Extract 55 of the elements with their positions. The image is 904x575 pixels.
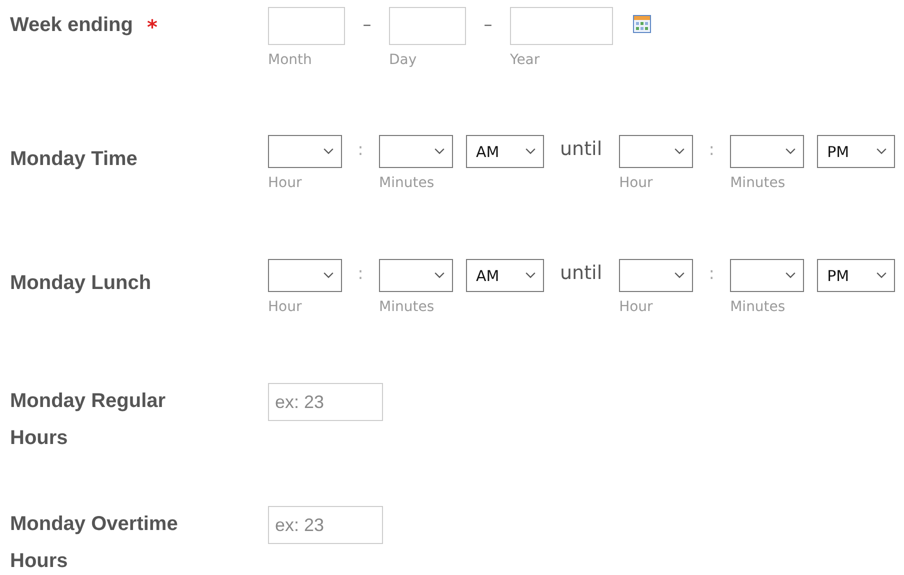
caret-icon — [434, 272, 445, 279]
dropdown[interactable] — [730, 135, 804, 168]
input-field[interactable] — [510, 7, 613, 45]
field-hint: Minutes — [379, 175, 436, 191]
field-hint: Hour — [619, 299, 654, 315]
separator-text: : — [708, 263, 716, 286]
caret-icon — [323, 272, 334, 279]
field-hint: Minutes — [730, 299, 786, 315]
field-hint: Minutes — [379, 299, 436, 315]
field-hint: Minutes — [730, 175, 786, 191]
dropdown[interactable] — [379, 259, 453, 292]
dropdown[interactable]: PM — [817, 135, 896, 168]
field-hint: Hour — [619, 175, 654, 191]
caret-icon — [434, 148, 445, 155]
caret-icon — [674, 148, 686, 155]
dropdown[interactable] — [379, 135, 453, 168]
field-label: Monday Overtime Hours — [10, 512, 179, 574]
field-label: Monday Regular Hours — [10, 389, 167, 451]
input-field[interactable]: ex: 23 — [268, 383, 383, 421]
separator-text: – — [482, 14, 494, 37]
field-hint: Hour — [268, 299, 303, 315]
input-field[interactable] — [268, 7, 345, 45]
input-field[interactable] — [389, 7, 466, 45]
separator-text: – — [362, 14, 372, 37]
required-mark: * — [147, 17, 158, 37]
field-hint: Hour — [268, 175, 303, 191]
dropdown[interactable] — [268, 259, 342, 292]
dropdown[interactable]: AM — [466, 135, 544, 168]
caret-icon — [785, 272, 796, 279]
field-hint: Day — [389, 52, 418, 68]
joiner-text: until — [560, 261, 602, 286]
field-label: Monday Time — [10, 147, 138, 172]
separator-text: : — [356, 263, 364, 286]
caret-icon — [525, 148, 536, 155]
dropdown[interactable] — [268, 135, 342, 168]
field-label: Week ending — [10, 13, 133, 38]
input-field[interactable]: ex: 23 — [268, 506, 383, 544]
caret-icon — [876, 148, 888, 155]
dropdown[interactable]: PM — [817, 259, 896, 292]
caret-icon — [674, 272, 686, 279]
field-label: Monday Lunch — [10, 271, 152, 296]
dropdown[interactable] — [730, 259, 804, 292]
field-hint: Month — [268, 52, 313, 68]
caret-icon — [525, 272, 536, 279]
separator-text: : — [356, 139, 364, 162]
separator-text: : — [708, 139, 716, 162]
dropdown[interactable] — [619, 135, 694, 168]
caret-icon — [323, 148, 334, 155]
dropdown[interactable]: AM — [466, 259, 544, 292]
dropdown[interactable] — [619, 259, 694, 292]
joiner-text: until — [560, 137, 602, 162]
field-hint: Year — [510, 52, 541, 68]
caret-icon — [876, 272, 888, 279]
caret-icon — [785, 148, 796, 155]
calendar-icon[interactable] — [633, 15, 651, 33]
